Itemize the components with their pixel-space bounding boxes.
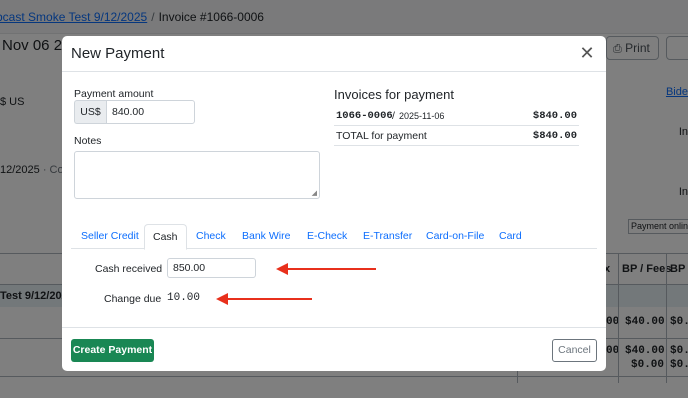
- tab-card[interactable]: Card: [499, 224, 522, 249]
- cancel-button[interactable]: Cancel: [552, 339, 597, 362]
- new-payment-modal: New Payment ✕ Payment amount US$ 840.00 …: [62, 36, 606, 371]
- invoice-date: 2025-11-06: [399, 111, 445, 121]
- total-label: TOTAL for payment: [336, 130, 427, 142]
- notes-textarea[interactable]: ◢: [74, 151, 320, 199]
- modal-footer: Create Payment Cancel: [62, 327, 606, 371]
- tab-cash[interactable]: Cash: [144, 224, 187, 250]
- invoice-separator: /: [392, 110, 395, 122]
- tab-seller-credit[interactable]: Seller Credit: [81, 224, 139, 249]
- modal-title: New Payment: [71, 45, 165, 62]
- invoice-number: 1066-0006: [336, 110, 393, 122]
- create-payment-button[interactable]: Create Payment: [71, 339, 154, 362]
- change-due-label: Change due: [104, 293, 162, 305]
- cash-received-input[interactable]: 850.00: [167, 258, 256, 278]
- invoice-total-row: TOTAL for payment $840.00: [334, 126, 579, 146]
- invoices-title: Invoices for payment: [334, 87, 454, 102]
- currency-prefix: US$: [74, 100, 106, 124]
- invoice-amount: $840.00: [532, 110, 577, 122]
- invoice-row: 1066-0006 / 2025-11-06 $840.00: [334, 106, 579, 126]
- resize-grip-icon[interactable]: ◢: [312, 189, 317, 197]
- annotation-arrow-icon: [216, 293, 312, 305]
- modal-header: New Payment ✕: [62, 36, 606, 72]
- payment-amount-group: US$ 840.00: [74, 100, 195, 124]
- cash-received-label: Cash received: [95, 263, 163, 275]
- payment-amount-input[interactable]: 840.00: [106, 100, 195, 124]
- payment-method-tabs: Seller Credit Cash Check Bank Wire E-Che…: [71, 224, 597, 250]
- close-icon[interactable]: ✕: [578, 44, 596, 63]
- change-due-value: 10.00: [167, 292, 201, 304]
- annotation-arrow-icon: [276, 263, 376, 275]
- tab-bank-wire[interactable]: Bank Wire: [242, 224, 290, 249]
- tab-e-check[interactable]: E-Check: [307, 224, 347, 249]
- notes-label: Notes: [74, 135, 102, 147]
- payment-amount-label: Payment amount: [74, 88, 154, 100]
- total-amount: $840.00: [532, 130, 577, 142]
- tab-card-on-file[interactable]: Card-on-File: [426, 224, 484, 249]
- tab-e-transfer[interactable]: E-Transfer: [363, 224, 412, 249]
- tab-check[interactable]: Check: [196, 224, 226, 249]
